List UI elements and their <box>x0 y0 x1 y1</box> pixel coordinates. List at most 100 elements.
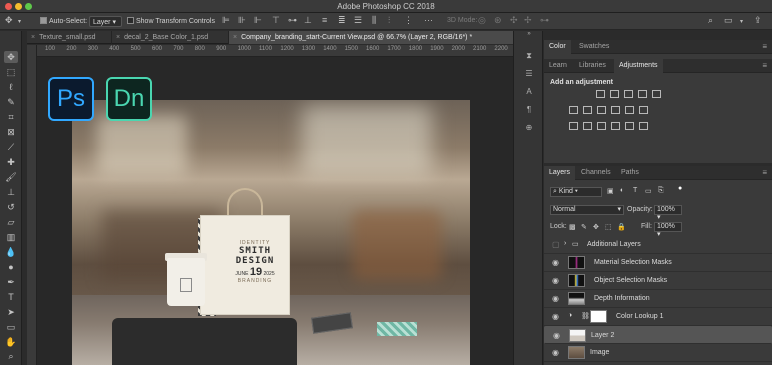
tab-adjustments[interactable]: Adjustments <box>614 59 663 73</box>
history-icon[interactable]: ⧗ <box>522 51 536 63</box>
align-top-icon[interactable]: ⊤ <box>272 15 280 26</box>
3d-pan-icon[interactable]: ✣ <box>510 15 518 26</box>
properties-icon[interactable]: ☰ <box>522 69 536 81</box>
3d-scale-icon[interactable]: ⊶ <box>540 15 549 26</box>
blend-mode-dropdown[interactable]: Normal ▾ <box>550 205 624 215</box>
distribute-6-icon[interactable]: ⋮ <box>404 15 413 26</box>
crop-tool-icon[interactable]: ⌗ <box>4 111 18 123</box>
opacity-field[interactable]: 100% ▾ <box>654 205 682 221</box>
layer-row-image[interactable]: ◉ Image <box>544 344 772 362</box>
tab-company-branding[interactable]: × Company_branding_start-Current View.psd… <box>229 31 540 44</box>
link-icon[interactable]: ⛓ <box>581 312 590 320</box>
panel-menu-icon[interactable]: ≡ <box>762 61 767 70</box>
hand-tool-icon[interactable]: ✋ <box>4 336 18 348</box>
curves-icon[interactable] <box>624 90 633 98</box>
posterize-icon[interactable] <box>583 122 592 130</box>
group-chevron-icon[interactable]: › <box>564 240 566 247</box>
layer-row-color-lookup[interactable]: ◉ ◑ ⛓ Color Lookup 1 <box>544 308 772 326</box>
search-icon[interactable]: ⌕ <box>708 15 713 26</box>
workspace-icon[interactable]: ▭ <box>724 15 733 26</box>
fill-field[interactable]: 100% ▾ <box>654 222 682 238</box>
photo-filter-icon[interactable] <box>625 106 634 114</box>
tab-layers[interactable]: Layers <box>544 166 576 180</box>
hue-saturation-icon[interactable] <box>583 106 592 114</box>
marquee-tool-icon[interactable]: ⬚ <box>4 66 18 78</box>
brightness-contrast-icon[interactable] <box>596 90 605 98</box>
zoom-tool-icon[interactable]: ⌕ <box>4 350 18 362</box>
filter-adjustment-icon[interactable]: ◐ <box>620 187 624 194</box>
eraser-tool-icon[interactable]: ▱ <box>4 216 18 228</box>
distribute-3-icon[interactable]: ☰ <box>354 15 362 26</box>
3d-roll-icon[interactable]: ⊛ <box>494 15 502 26</box>
visibility-toggle[interactable]: ▢ <box>552 240 560 249</box>
gradient-tool-icon[interactable]: ▥ <box>4 231 18 243</box>
layer-row-layer-2[interactable]: ◉ Layer 2 <box>544 326 772 344</box>
more-options-icon[interactable]: ··· <box>424 15 433 25</box>
filter-shape-icon[interactable]: ▭ <box>645 187 652 195</box>
distribute-icon[interactable]: ≡ <box>322 15 327 25</box>
threshold-icon[interactable] <box>597 122 606 130</box>
frame-tool-icon[interactable]: ⊠ <box>4 126 18 138</box>
tab-color[interactable]: Color <box>544 40 571 54</box>
align-left-icon[interactable]: ⊫ <box>222 15 230 26</box>
auto-select-checkbox[interactable]: Auto-Select: <box>40 17 87 25</box>
filter-smart-object-icon[interactable]: ⎘ <box>658 187 664 195</box>
brush-settings-icon[interactable]: ⊕ <box>522 123 536 135</box>
tab-decal-base-color[interactable]: × decal_2_Base Color_1.psd <box>112 31 229 44</box>
panel-menu-icon[interactable]: ≡ <box>762 168 767 177</box>
invert-icon[interactable] <box>569 122 578 130</box>
layer-filter-kind[interactable]: ⌕ Kind ▾ <box>550 187 602 197</box>
distribute-4-icon[interactable]: ⫼ <box>372 15 376 26</box>
3d-orbit-icon[interactable]: ◎ <box>478 15 486 26</box>
chevron-down-icon[interactable]: ▾ <box>18 18 21 25</box>
black-white-icon[interactable] <box>611 106 620 114</box>
lock-artboard-icon[interactable]: ⬚ <box>605 223 612 231</box>
collapse-icon[interactable]: » <box>522 31 536 43</box>
tab-libraries[interactable]: Libraries <box>574 59 611 73</box>
distribute-5-icon[interactable]: ⫶ <box>388 15 390 26</box>
blur-tool-icon[interactable]: 💧 <box>4 246 18 258</box>
exposure-icon[interactable] <box>638 90 647 98</box>
eye-icon[interactable]: ◉ <box>552 276 559 285</box>
vibrance-icon[interactable] <box>569 106 578 114</box>
tab-swatches[interactable]: Swatches <box>574 40 614 54</box>
align-middle-icon[interactable]: ⊶ <box>288 15 297 26</box>
color-balance-icon[interactable] <box>597 106 606 114</box>
layer-row-depth-information[interactable]: ◉ Depth Information <box>544 290 772 308</box>
workspace-chevron-icon[interactable]: ▾ <box>740 18 743 25</box>
shape-tool-icon[interactable]: ▭ <box>4 321 18 333</box>
layer-row-object-selection-masks[interactable]: ◉ Object Selection Masks <box>544 272 772 290</box>
eye-icon[interactable]: ◉ <box>552 312 559 321</box>
lasso-tool-icon[interactable]: ℓ <box>4 81 18 93</box>
eye-icon[interactable]: ◉ <box>552 348 559 357</box>
close-tab-icon[interactable]: × <box>116 34 120 41</box>
gradient-fill-icon[interactable] <box>639 122 648 130</box>
filter-pixel-icon[interactable]: ▣ <box>607 187 614 195</box>
dodge-tool-icon[interactable]: ● <box>4 261 18 273</box>
tab-channels[interactable]: Channels <box>576 166 616 180</box>
close-tab-icon[interactable]: × <box>31 34 35 41</box>
align-bottom-icon[interactable]: ⊥ <box>304 15 312 26</box>
pen-tool-icon[interactable]: ✒ <box>4 276 18 288</box>
layer-row-material-selection-masks[interactable]: ◉ Material Selection Masks <box>544 254 772 272</box>
channel-mixer-icon[interactable] <box>639 106 648 114</box>
share-icon[interactable]: ⇪ <box>754 15 762 26</box>
selective-color-icon[interactable] <box>611 122 620 130</box>
tab-learn[interactable]: Learn <box>544 59 572 73</box>
move-tool-icon[interactable]: ✥ <box>4 51 18 63</box>
clone-stamp-tool-icon[interactable]: ⊥ <box>4 186 18 198</box>
show-transform-checkbox[interactable]: Show Transform Controls <box>127 17 215 25</box>
color-lookup-icon[interactable] <box>625 122 634 130</box>
eye-icon[interactable]: ◉ <box>552 258 559 267</box>
tab-texture-small[interactable]: × Texture_small.psd <box>27 31 112 44</box>
lock-pixels-icon[interactable]: ✎ <box>581 223 587 231</box>
auto-select-dropdown[interactable]: Layer ▾ <box>89 16 122 27</box>
align-center-icon[interactable]: ⊪ <box>238 15 246 26</box>
tab-paths[interactable]: Paths <box>616 166 644 180</box>
filter-toggle-icon[interactable]: ● <box>678 185 682 192</box>
character-icon[interactable]: A <box>522 87 536 99</box>
panel-menu-icon[interactable]: ≡ <box>762 42 767 51</box>
distribute-2-icon[interactable]: ≣ <box>338 15 346 26</box>
layer-row-additional-layers[interactable]: ▢ › ▭ Additional Layers <box>544 236 772 254</box>
eye-icon[interactable]: ◉ <box>553 331 560 340</box>
